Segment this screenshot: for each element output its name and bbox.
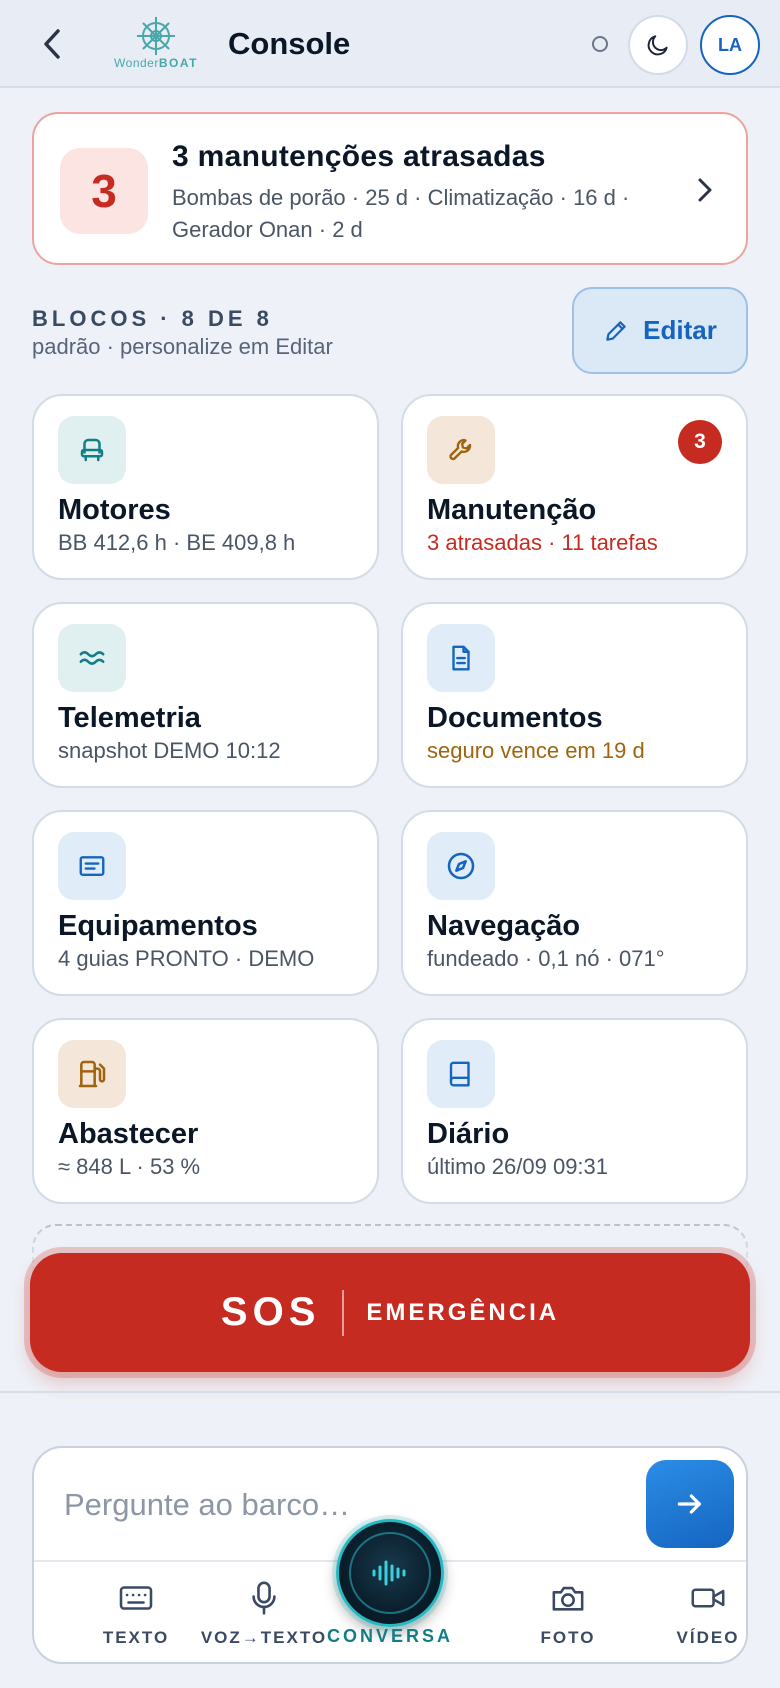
divider (0, 1391, 780, 1393)
page-title: Console (228, 26, 351, 61)
tile-motores[interactable]: Motores BB 412,6 h · BE 409,8 h (32, 394, 379, 580)
chevron-right-icon (690, 170, 720, 210)
tile-title: Equipamentos (58, 910, 258, 942)
tile-diario[interactable]: Diário último 26/09 09:31 (401, 1018, 748, 1204)
tile-navegacao[interactable]: Navegação fundeado · 0,1 nó · 071° (401, 810, 748, 996)
photo-button[interactable]: FOTO (498, 1580, 638, 1650)
tile-title: Motores (58, 494, 171, 526)
edit-blocks-button[interactable]: Editar (572, 287, 748, 374)
video-camera-icon (638, 1580, 778, 1616)
fuel-pump-icon (58, 1040, 126, 1108)
logo-word-1: Wonder (114, 56, 159, 70)
photo-label: FOTO (540, 1628, 596, 1647)
tile-subtitle: último 26/09 09:31 (427, 1154, 609, 1179)
tile-subtitle: fundeado · 0,1 nó · 071° (427, 946, 665, 971)
engine-icon (58, 416, 126, 484)
manual-icon (58, 832, 126, 900)
video-label: VÍDEO (676, 1628, 740, 1647)
sos-sublabel: EMERGÊNCIA (366, 1298, 560, 1326)
connection-status-icon (592, 36, 608, 52)
tile-title: Navegação (427, 910, 581, 942)
arrow-right-icon (677, 1494, 701, 1514)
alert-title: 3 manutenções atrasadas (172, 140, 546, 173)
microphone-icon (174, 1580, 354, 1616)
logo-word-2: BOAT (158, 56, 198, 70)
document-icon (427, 624, 495, 692)
book-icon (427, 1040, 495, 1108)
sos-emergency-button[interactable]: SOS EMERGÊNCIA (30, 1253, 750, 1372)
ask-input[interactable] (64, 1482, 584, 1528)
tile-subtitle: BB 412,6 h · BE 409,8 h (58, 530, 296, 555)
app-logo: WonderBOAT (106, 14, 206, 76)
tile-telemetria[interactable]: Telemetria snapshot DEMO 10:12 (32, 602, 379, 788)
sos-label: SOS (220, 1290, 321, 1334)
overdue-count-badge: 3 (678, 420, 722, 464)
chevron-left-icon (44, 29, 60, 59)
conversation-mode-button[interactable] (336, 1519, 444, 1627)
tile-title: Manutenção (427, 494, 597, 526)
ship-wheel-icon (137, 17, 175, 55)
conversation-mode-label[interactable]: CONVERSA (310, 1626, 470, 1647)
voice-waveform-icon (349, 1532, 431, 1614)
blocks-heading: BLOCOS · 8 DE 8 (32, 306, 273, 331)
alert-detail: Bombas de porão · 25 d · Climatização · … (172, 185, 630, 242)
user-avatar[interactable]: LA (700, 15, 760, 75)
pencil-icon (606, 320, 626, 341)
tile-subtitle: snapshot DEMO 10:12 (58, 738, 281, 763)
blocks-subtitle: padrão · personalize em Editar (32, 334, 333, 359)
tile-subtitle: seguro vence em 19 d (427, 738, 645, 763)
overdue-maintenance-alert[interactable]: 3 3 manutenções atrasadas Bombas de porã… (32, 112, 748, 265)
tile-title: Abastecer (58, 1118, 199, 1150)
waves-icon (58, 624, 126, 692)
tile-subtitle: ≈ 848 L · 53 % (58, 1154, 201, 1179)
logo-wordmark: WonderBOAT (106, 56, 206, 70)
edit-button-label: Editar (643, 315, 717, 345)
tile-title: Diário (427, 1118, 510, 1150)
theme-toggle-button[interactable] (628, 15, 688, 75)
tile-subtitle: 3 atrasadas · 11 tarefas (427, 530, 658, 555)
tile-title: Documentos (427, 702, 603, 734)
tile-title: Telemetria (58, 702, 201, 734)
alert-count-badge: 3 (60, 148, 148, 234)
wrench-icon (427, 416, 495, 484)
send-button[interactable] (646, 1460, 734, 1548)
tile-equipamentos[interactable]: Equipamentos 4 guias PRONTO · DEMO (32, 810, 379, 996)
video-button[interactable]: VÍDEO (638, 1580, 778, 1650)
tile-manutencao[interactable]: 3 Manutenção 3 atrasadas · 11 tarefas (401, 394, 748, 580)
sos-divider (342, 1289, 345, 1336)
tile-abastecer[interactable]: Abastecer ≈ 848 L · 53 % (32, 1018, 379, 1204)
tile-documentos[interactable]: Documentos seguro vence em 19 d (401, 602, 748, 788)
compass-icon (427, 832, 495, 900)
camera-icon (498, 1580, 638, 1616)
back-button[interactable] (30, 22, 74, 66)
moon-icon (647, 35, 668, 56)
tile-subtitle: 4 guias PRONTO · DEMO (58, 946, 315, 971)
top-bar: WonderBOAT Console LA (0, 0, 780, 88)
